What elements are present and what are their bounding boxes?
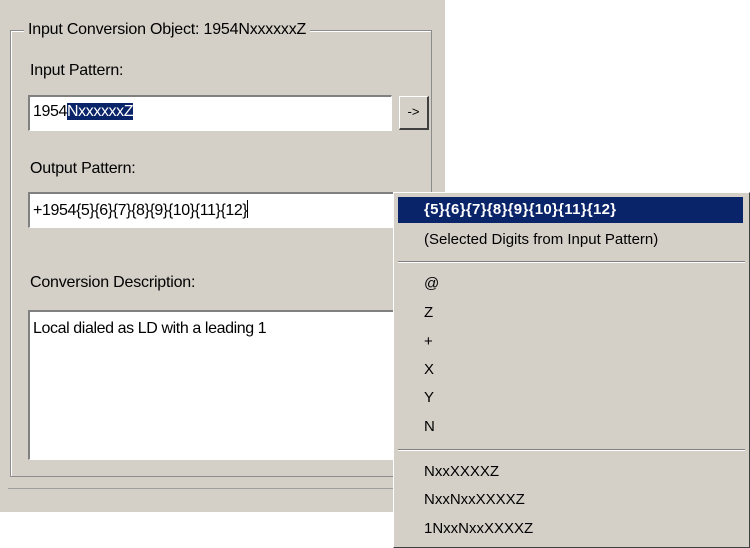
- menu-item-pattern-11digit[interactable]: 1NxxNxxXXXXZ: [424, 520, 533, 537]
- conversion-description-textarea[interactable]: Local dialed as LD with a leading 1: [28, 310, 395, 460]
- menu-item-at[interactable]: @: [424, 275, 439, 292]
- menu-item-x[interactable]: X: [424, 361, 434, 378]
- menu-item-n[interactable]: N: [424, 418, 435, 435]
- menu-item-y[interactable]: Y: [424, 389, 434, 406]
- output-pattern-label: Output Pattern:: [30, 160, 136, 177]
- input-pattern-selection: NxxxxxxZ: [67, 103, 134, 120]
- menu-item-pattern-7digit[interactable]: NxxXXXXZ: [424, 463, 499, 480]
- group-title: Input Conversion Object: 1954NxxxxxxZ: [24, 21, 311, 39]
- output-pattern-text: +1954{5}{6}{7}{8}{9}{10}{11}{12}: [33, 202, 248, 219]
- menu-item-pattern-10digit[interactable]: NxxNxxXXXXZ: [424, 491, 525, 508]
- menu-item-plus[interactable]: +: [424, 333, 433, 350]
- dialog-divider: [8, 488, 445, 489]
- menu-separator: [398, 261, 745, 263]
- menu-item-z[interactable]: Z: [424, 304, 433, 321]
- input-pattern-label: Input Pattern:: [30, 62, 124, 79]
- conversion-description-text: Local dialed as LD with a leading 1: [33, 320, 267, 337]
- text-caret: [247, 200, 249, 218]
- menu-separator: [398, 449, 745, 451]
- input-pattern-text: 1954: [33, 103, 67, 120]
- menu-item-selected-digits[interactable]: {5}{6}{7}{8}{9}{10}{11}{12}: [398, 197, 743, 223]
- menu-item-selected-digits-note[interactable]: (Selected Digits from Input Pattern): [424, 231, 658, 248]
- insert-arrow-button[interactable]: ->: [399, 96, 429, 130]
- input-pattern-field[interactable]: 1954NxxxxxxZ: [28, 95, 392, 131]
- conversion-description-label: Conversion Description:: [30, 274, 196, 291]
- conversion-dialog: Input Conversion Object: 1954NxxxxxxZ In…: [0, 0, 445, 512]
- pattern-context-menu: {5}{6}{7}{8}{9}{10}{11}{12} (Selected Di…: [393, 192, 750, 548]
- output-pattern-field[interactable]: +1954{5}{6}{7}{8}{9}{10}{11}{12}: [28, 192, 395, 228]
